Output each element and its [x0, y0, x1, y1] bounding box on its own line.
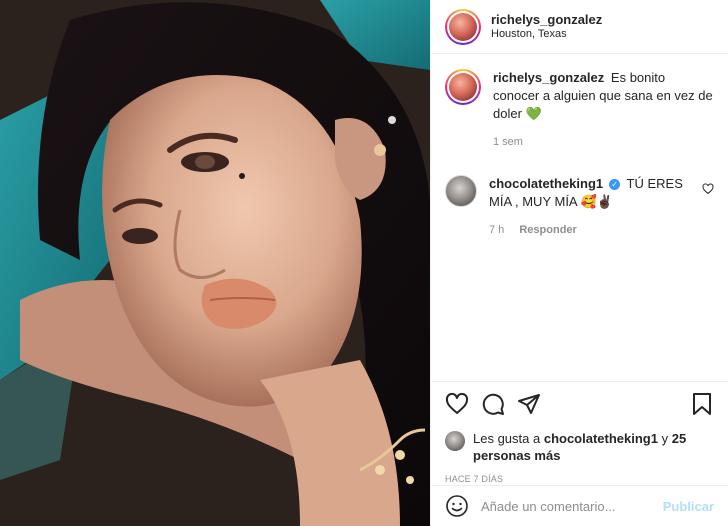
- caption-username[interactable]: richelys_gonzalez: [493, 70, 604, 85]
- author-username[interactable]: richelys_gonzalez: [491, 12, 602, 28]
- likes-prefix: Les gusta a: [473, 431, 541, 446]
- post-actions-area: Les gusta a chocolatetheking1 y 25 perso…: [431, 381, 728, 484]
- caption-emoji: 💚: [525, 106, 542, 121]
- liker-username[interactable]: chocolatetheking1: [544, 431, 658, 446]
- commenter-username[interactable]: chocolatetheking1: [489, 176, 603, 191]
- action-bar: [445, 392, 714, 416]
- post-header: richelys_gonzalez Houston, Texas: [431, 0, 728, 54]
- bookmark-icon[interactable]: [690, 392, 714, 416]
- post-photo[interactable]: [0, 0, 430, 526]
- comment-input[interactable]: [481, 498, 663, 514]
- comment-like-heart-icon[interactable]: [702, 183, 714, 195]
- paper-plane-icon[interactable]: [517, 392, 541, 416]
- post-side-panel: richelys_gonzalez Houston, Texas richely…: [430, 0, 728, 526]
- caption-time[interactable]: 1 sem: [493, 136, 523, 148]
- comment-item: chocolatetheking1 ✓ TÚ ERES MÍA , MUY MÍA…: [445, 175, 714, 239]
- post-timestamp[interactable]: HACE 7 DÍAS: [445, 474, 714, 484]
- comment-icon[interactable]: [481, 392, 505, 416]
- comment-time[interactable]: 7 h: [489, 224, 504, 236]
- comments-list[interactable]: richelys_gonzalez Es bonito conocer a al…: [431, 55, 728, 381]
- post-photo-illustration: [0, 0, 430, 526]
- publish-button[interactable]: Publicar: [663, 499, 714, 514]
- caption: richelys_gonzalez Es bonito conocer a al…: [445, 69, 714, 151]
- smiley-icon[interactable]: [445, 494, 469, 518]
- verified-badge-icon: ✓: [609, 179, 621, 191]
- likes-summary: Les gusta a chocolatetheking1 y 25 perso…: [445, 430, 714, 464]
- author-avatar[interactable]: [445, 8, 481, 45]
- liker-avatar[interactable]: [445, 431, 465, 451]
- likes-conj: y: [661, 431, 669, 446]
- post-location[interactable]: Houston, Texas: [491, 28, 602, 42]
- heart-icon[interactable]: [445, 392, 469, 416]
- commenter-avatar[interactable]: [445, 175, 477, 207]
- caption-avatar[interactable]: [445, 69, 481, 105]
- author-avatar-image: [449, 12, 477, 41]
- comment-composer: Publicar: [431, 485, 728, 526]
- reply-button[interactable]: Responder: [519, 224, 576, 236]
- comment-emoji: 🥰✌🏿: [580, 194, 613, 209]
